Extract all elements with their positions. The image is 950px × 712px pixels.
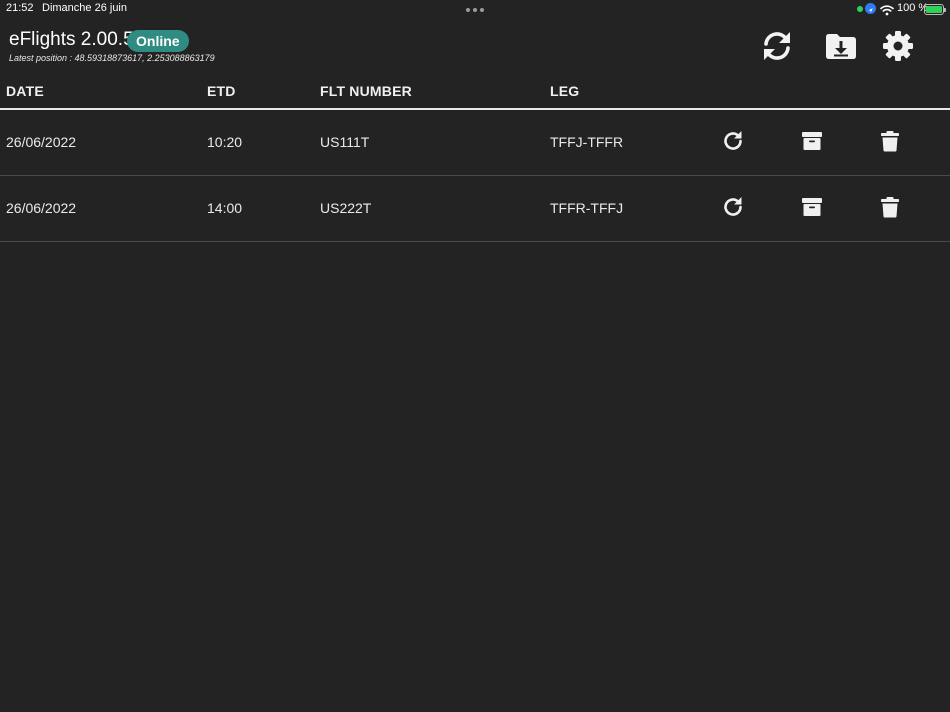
column-header-flt-number[interactable]: FLT NUMBER xyxy=(320,83,412,99)
cell-flt-number: US222T xyxy=(320,200,372,216)
delete-flight-button[interactable] xyxy=(878,195,902,219)
app-title: eFlights 2.00.5 xyxy=(9,29,134,50)
archive-flight-button[interactable] xyxy=(800,129,824,153)
reload-icon xyxy=(724,197,742,216)
connection-status-badge: Online xyxy=(127,30,189,52)
wifi-icon xyxy=(880,3,894,16)
camera-in-use-icon xyxy=(857,6,863,12)
sync-button[interactable] xyxy=(759,28,795,64)
column-header-leg[interactable]: LEG xyxy=(550,83,579,99)
download-button[interactable] xyxy=(823,28,859,64)
cell-date: 26/06/2022 xyxy=(6,134,77,150)
archive-icon xyxy=(802,132,822,150)
archive-flight-button[interactable] xyxy=(800,195,824,219)
delete-flight-button[interactable] xyxy=(878,129,902,153)
cell-flt-number: US111T xyxy=(320,134,370,150)
latest-position: Latest position : 48.59318873617, 2.2530… xyxy=(9,53,215,63)
reload-icon xyxy=(724,131,742,150)
status-date: Dimanche 26 juin xyxy=(42,2,127,14)
app-screen: 21:52 Dimanche 26 juin 100 % eFlights 2.… xyxy=(0,0,950,712)
cell-etd: 10:20 xyxy=(207,134,243,150)
status-bar: 21:52 Dimanche 26 juin 100 % xyxy=(0,0,950,18)
table-row[interactable]: 26/06/2022 10:20 US111T TFFJ-TFFR xyxy=(0,110,950,176)
trash-icon xyxy=(881,131,899,152)
column-header-date[interactable]: DATE xyxy=(6,83,44,99)
settings-button[interactable] xyxy=(880,28,916,64)
status-time: 21:52 xyxy=(6,2,34,14)
gear-icon xyxy=(883,31,913,61)
reload-flight-button[interactable] xyxy=(721,195,745,219)
column-header-etd[interactable]: ETD xyxy=(207,83,236,99)
trash-icon xyxy=(881,197,899,218)
battery-charging-icon xyxy=(924,4,946,15)
archive-icon xyxy=(802,198,822,216)
location-icon xyxy=(865,3,876,14)
reload-flight-button[interactable] xyxy=(721,129,745,153)
cell-leg: TFFR-TFFJ xyxy=(550,200,624,216)
folder-download-icon xyxy=(826,34,856,59)
table-row[interactable]: 26/06/2022 14:00 US222T TFFR-TFFJ xyxy=(0,176,950,242)
cell-date: 26/06/2022 xyxy=(6,200,77,216)
cell-etd: 14:00 xyxy=(207,200,243,216)
table-header: DATE ETD FLT NUMBER LEG xyxy=(0,80,950,110)
cell-leg: TFFJ-TFFR xyxy=(550,134,624,150)
multitasking-dots-icon[interactable] xyxy=(466,8,484,12)
refresh-icon xyxy=(764,32,790,60)
